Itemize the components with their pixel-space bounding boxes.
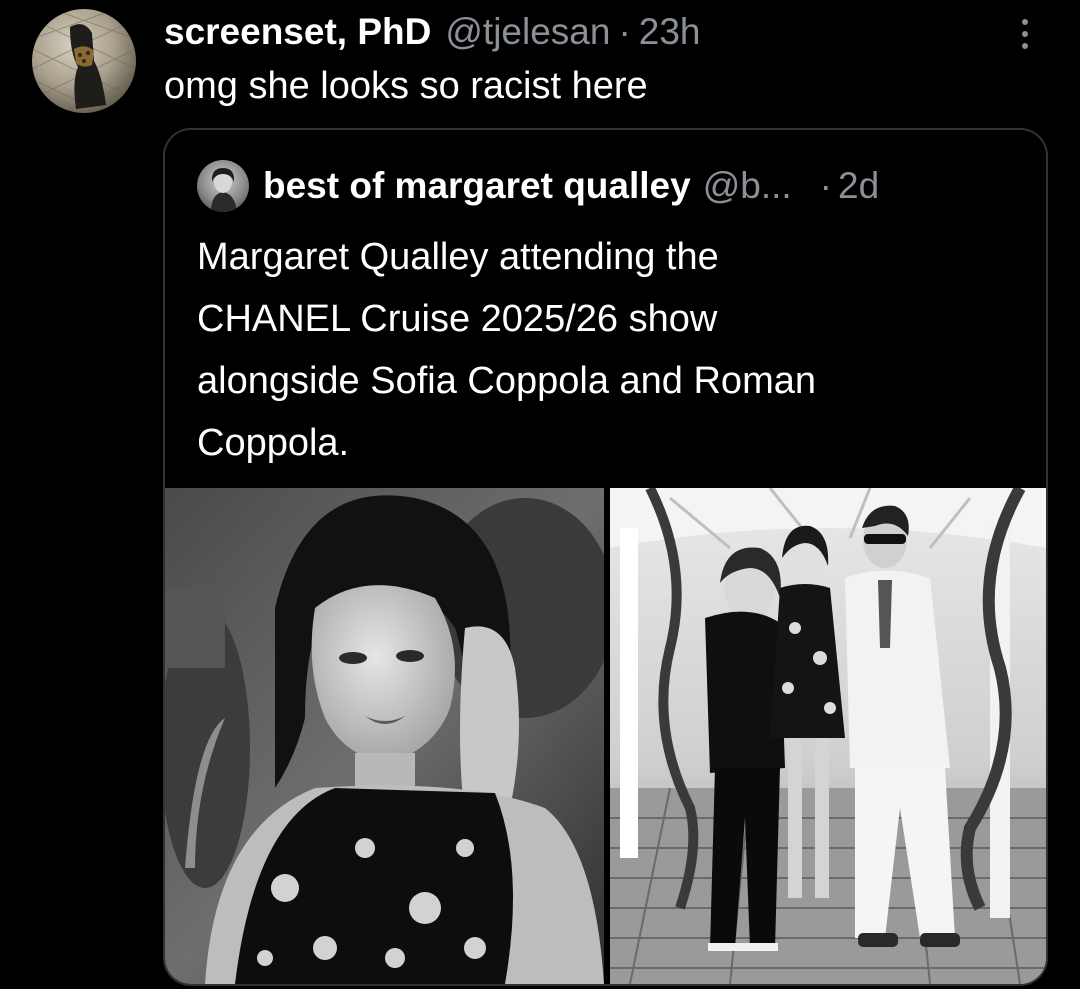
tweet-text: omg she looks so racist here xyxy=(164,65,648,107)
quoted-text-line: Coppola. xyxy=(197,422,350,464)
menu-dot xyxy=(1022,43,1028,49)
quoted-tweet-text: Margaret Qualley attending the CHANEL Cr… xyxy=(197,226,997,474)
quoted-author-avatar[interactable] xyxy=(197,160,249,212)
quoted-tweet-card[interactable]: best of margaret qualley @b... · 2d Marg… xyxy=(163,128,1048,986)
menu-dot xyxy=(1022,31,1028,37)
group-photo-image xyxy=(610,488,1046,984)
author-handle[interactable]: @tjelesan xyxy=(445,8,610,56)
quoted-text-line: CHANEL Cruise 2025/26 show xyxy=(197,298,718,340)
portrait-photo-image xyxy=(165,488,604,984)
avatar-image xyxy=(32,9,136,113)
media-photo-portrait[interactable] xyxy=(165,488,604,984)
quoted-author-display-name[interactable]: best of margaret qualley xyxy=(263,165,691,207)
more-options-icon[interactable] xyxy=(1010,14,1040,54)
media-grid xyxy=(165,488,1046,984)
quoted-text-line: Margaret Qualley attending the xyxy=(197,236,719,278)
user-avatar[interactable] xyxy=(32,9,136,113)
tweet-header: screenset, PhD @tjelesan · 23h xyxy=(164,8,701,56)
quoted-text-line: alongside Sofia Coppola and Roman xyxy=(197,360,816,402)
quoted-avatar-image xyxy=(211,168,237,212)
menu-dot xyxy=(1022,19,1028,25)
media-photo-group[interactable] xyxy=(610,488,1046,984)
quoted-author-handle[interactable]: @b... xyxy=(703,165,792,207)
quoted-tweet-header: best of margaret qualley @b... · 2d xyxy=(197,160,879,212)
quoted-header-separator: · xyxy=(819,165,832,206)
tweet-timestamp[interactable]: 23h xyxy=(639,8,701,56)
header-separator: · xyxy=(618,11,631,52)
author-display-name[interactable]: screenset, PhD xyxy=(164,8,431,56)
quoted-tweet-timestamp[interactable]: 2d xyxy=(838,165,879,207)
